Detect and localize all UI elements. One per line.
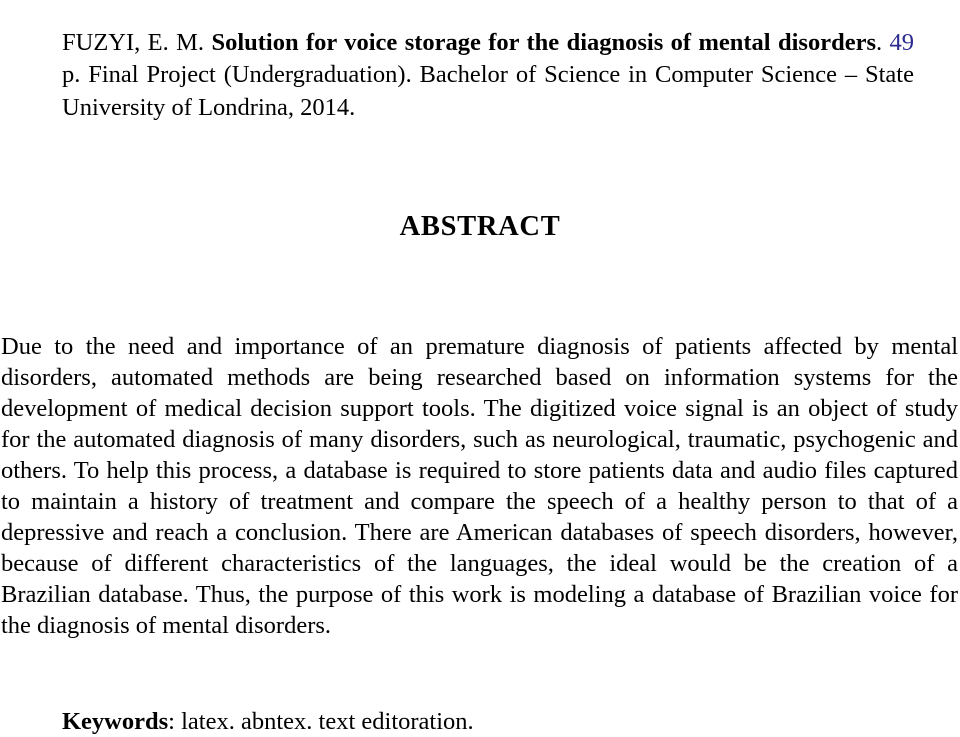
reference-title: Solution for voice storage for the diagn… [211,28,876,56]
reference-author: FUZYI, E. M. [62,28,212,56]
keywords-line: Keywords: latex. abntex. text editoratio… [62,706,474,737]
reference-title-punctuation: . [875,28,890,56]
keywords-values: : latex. abntex. text editoration. [168,707,474,735]
keywords-label: Keywords [62,707,169,735]
page-count-link[interactable]: 49 [890,29,915,56]
document-page: FUZYI, E. M. Solution for voice storage … [0,0,960,735]
reference-details: p. Final Project (Undergraduation). Bach… [62,61,914,121]
abstract-paragraph: Due to the need and importance of an pre… [1,332,958,639]
section-heading-abstract: ABSTRACT [399,211,561,243]
bibliographic-reference: FUZYI, E. M. Solution for voice storage … [62,27,914,125]
